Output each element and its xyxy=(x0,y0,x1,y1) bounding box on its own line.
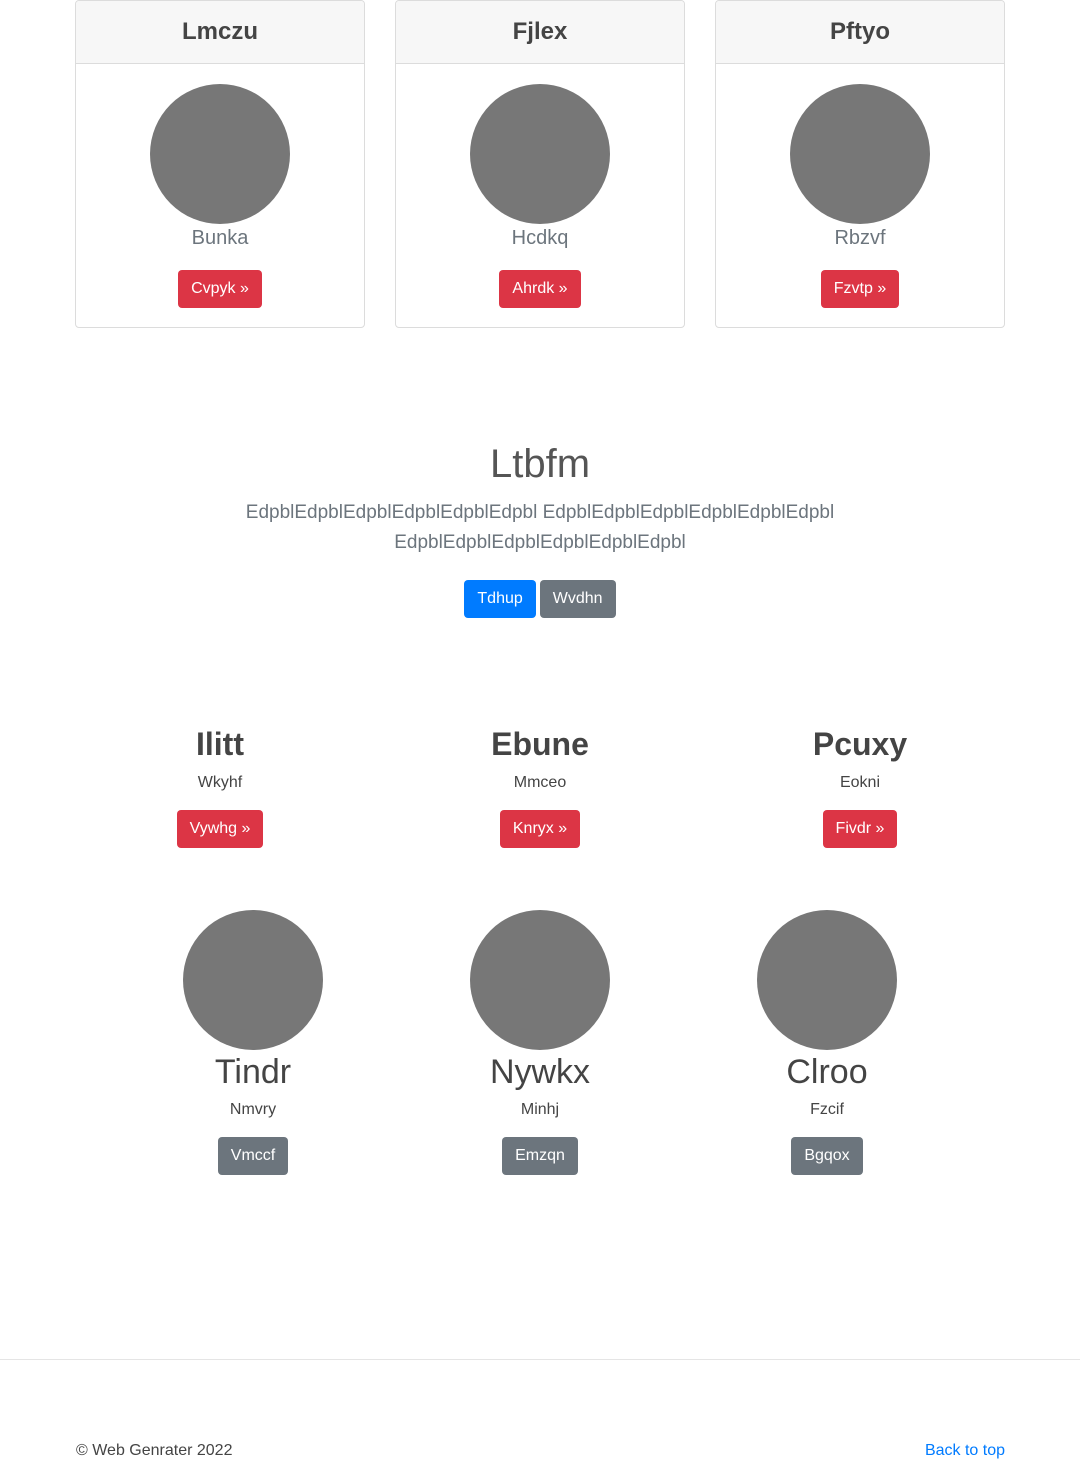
card-title: Fjlex xyxy=(396,1,684,64)
footer-divider xyxy=(0,1359,1080,1360)
card-subtitle: Rbzvf xyxy=(834,227,886,249)
card-title: Pftyo xyxy=(716,1,1004,64)
card-1: Lmczu Bunka Cvpyk » xyxy=(75,0,365,328)
page: Lmczu Bunka Cvpyk » Fjlex Hcdkq Ahrdk » … xyxy=(0,0,1080,1464)
feature-2-button[interactable]: Knryx » xyxy=(499,810,581,848)
member-subtitle: Nmvry xyxy=(229,1101,277,1118)
card-2: Fjlex Hcdkq Ahrdk » xyxy=(395,0,685,328)
hero-primary-button[interactable]: Tdhup xyxy=(464,580,536,618)
card-3: Pftyo Rbzvf Fzvtp » xyxy=(715,0,1005,328)
card-1-button[interactable]: Cvpyk » xyxy=(178,270,262,308)
feature-subtitle: Wkyhf xyxy=(197,774,243,791)
member-name: Clroo xyxy=(786,1053,868,1091)
feature-subtitle: Mmceo xyxy=(513,774,567,791)
avatar-image xyxy=(470,84,610,224)
hero-secondary-button[interactable]: Wvdhn xyxy=(539,580,616,618)
card-subtitle: Bunka xyxy=(191,227,249,249)
avatar-image xyxy=(183,910,323,1050)
card-2-button[interactable]: Ahrdk » xyxy=(499,270,581,308)
member-1-button[interactable]: Vmccf xyxy=(217,1137,289,1175)
team-member-1: Tindr Nmvry Vmccf xyxy=(153,910,353,1175)
feature-title: Ilitt xyxy=(196,726,244,762)
member-2-button[interactable]: Emzqn xyxy=(502,1137,578,1175)
avatar-image xyxy=(790,84,930,224)
feature-3: Pcuxy Eokni Fivdr » xyxy=(710,722,1010,848)
hero-title: Ltbfm xyxy=(489,442,591,486)
member-3-button[interactable]: Bgqox xyxy=(791,1137,863,1175)
feature-title: Ebune xyxy=(491,726,589,762)
hero-buttons: Tdhup Wvdhn xyxy=(0,580,1080,618)
footer-copyright: © Web Genrater 2022 xyxy=(76,1442,233,1459)
member-subtitle: Fzcif xyxy=(810,1101,844,1118)
avatar-image xyxy=(470,910,610,1050)
team-member-2: Nywkx Minhj Emzqn xyxy=(440,910,640,1175)
feature-1: Ilitt Wkyhf Vywhg » xyxy=(70,722,370,848)
feature-1-button[interactable]: Vywhg » xyxy=(176,810,264,848)
feature-2: Ebune Mmceo Knryx » xyxy=(390,722,690,848)
feature-3-button[interactable]: Fivdr » xyxy=(822,810,898,848)
back-to-top-link[interactable]: Back to top xyxy=(925,1442,1005,1460)
hero-text: EdpblEdpblEdpblEdpblEdpblEdpbl EdpblEdpb… xyxy=(245,502,835,553)
avatar-image xyxy=(757,910,897,1050)
card-title: Lmczu xyxy=(76,1,364,64)
card-3-button[interactable]: Fzvtp » xyxy=(820,270,900,308)
member-name: Tindr xyxy=(214,1053,292,1091)
member-name: Nywkx xyxy=(489,1053,591,1091)
team-member-3: Clroo Fzcif Bgqox xyxy=(727,910,927,1175)
member-subtitle: Minhj xyxy=(520,1101,560,1118)
avatar-image xyxy=(150,84,290,224)
feature-title: Pcuxy xyxy=(812,726,908,762)
card-subtitle: Hcdkq xyxy=(511,227,569,249)
feature-subtitle: Eokni xyxy=(839,774,881,791)
